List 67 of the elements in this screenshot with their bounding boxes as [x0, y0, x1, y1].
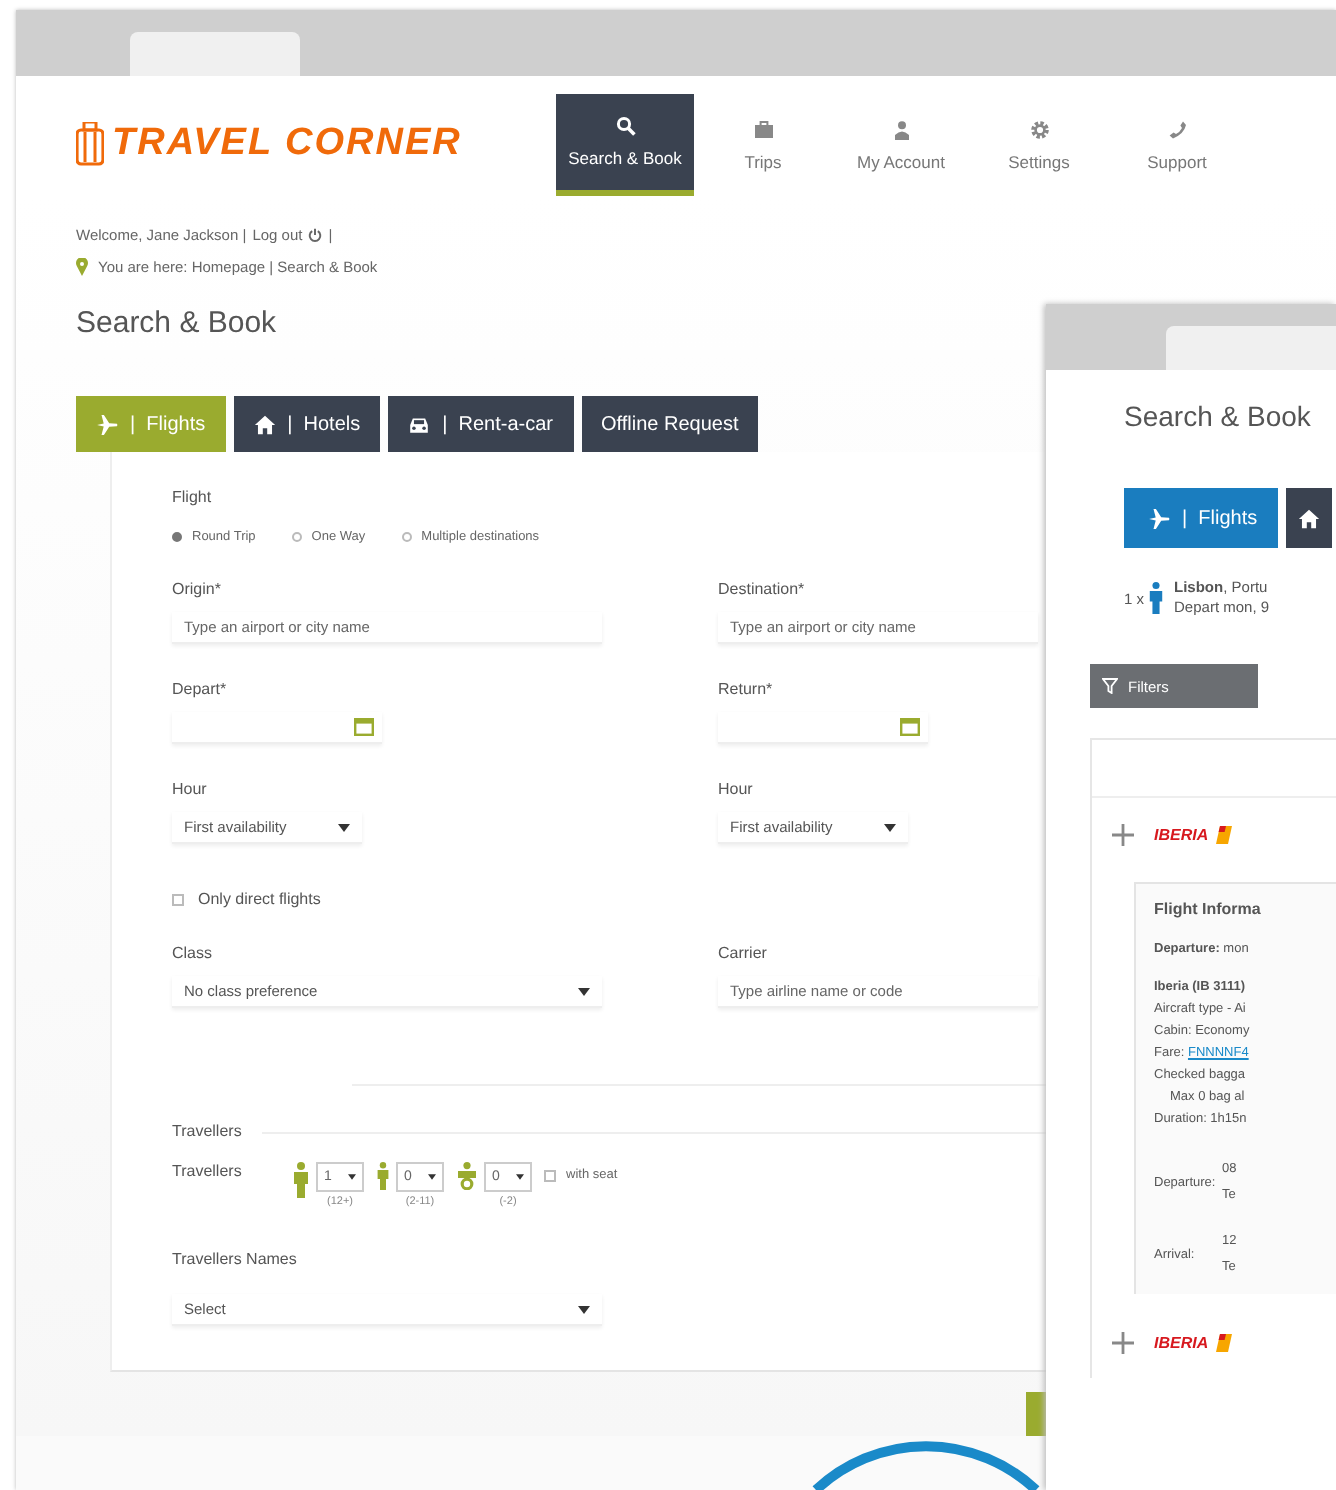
plus-icon[interactable]: [1112, 1331, 1134, 1353]
field-label: Flight: [172, 488, 214, 508]
date-field[interactable]: [718, 712, 928, 744]
briefcase-icon: [753, 119, 773, 139]
gear-icon: [1029, 119, 1049, 139]
field-label: Destination*: [718, 580, 807, 600]
plane-icon: [96, 413, 118, 435]
calendar-icon[interactable]: [354, 718, 374, 736]
field-label: Depart*: [172, 680, 229, 700]
infant-icon: [456, 1162, 478, 1190]
caret-icon: [884, 823, 896, 831]
home-icon: [1297, 507, 1320, 529]
card-title: Flight Informa: [1154, 900, 1263, 918]
field-label: Hour: [172, 780, 209, 800]
tab[interactable]: | Hotels: [233, 396, 381, 452]
phone-icon: [1167, 119, 1187, 139]
field-label: Travellers Names: [172, 1250, 299, 1270]
user-icon: [891, 119, 911, 139]
airline-logo-text: IBERIA: [1154, 1333, 1209, 1351]
tab[interactable]: Offline Request: [581, 396, 759, 452]
calendar-icon[interactable]: [900, 718, 920, 736]
car-icon: [408, 413, 431, 435]
checkbox-label: Only direct flights: [198, 890, 321, 908]
field-label: Origin*: [172, 580, 223, 600]
caret-icon: [578, 1305, 590, 1313]
airline-mark-icon: [1212, 825, 1233, 843]
nav-item[interactable]: Support: [1108, 94, 1246, 196]
nav-item[interactable]: Settings: [970, 94, 1108, 196]
person-icon: [1148, 582, 1165, 614]
field-label: Travellers: [172, 1162, 244, 1182]
search-icon: [615, 116, 635, 136]
logo-text[interactable]: TRAVEL CORNER: [112, 122, 462, 166]
plane-icon: [1148, 507, 1170, 529]
airline-mark-icon: [1212, 1333, 1233, 1351]
radio-button[interactable]: [291, 532, 302, 542]
nav-item[interactable]: Search & Book: [556, 94, 694, 196]
tab[interactable]: [1285, 488, 1332, 548]
tab[interactable]: | Rent-a-car: [388, 396, 573, 452]
caret-icon: [578, 987, 590, 995]
suitcase-icon: [76, 122, 104, 166]
checkbox[interactable]: [544, 1169, 556, 1181]
page-title: Search & Book: [1124, 400, 1313, 432]
power-icon[interactable]: [308, 228, 323, 242]
plus-icon[interactable]: [1112, 823, 1134, 845]
field-label: Return*: [718, 680, 775, 700]
field-label: Hour: [718, 780, 755, 800]
field-label: Class: [172, 944, 215, 964]
section-heading: Travellers: [172, 1122, 242, 1142]
caret-icon: [348, 1174, 356, 1180]
tab[interactable]: | Flights: [1124, 488, 1278, 548]
caret-icon: [428, 1174, 436, 1180]
date-field[interactable]: [172, 712, 382, 744]
radio-button[interactable]: [172, 532, 182, 542]
child-icon: [376, 1162, 390, 1190]
radio-button[interactable]: [401, 532, 412, 542]
map-pin-icon: [76, 258, 88, 276]
field-label: Carrier: [718, 944, 769, 964]
adult-icon: [292, 1162, 310, 1198]
page-title: Search & Book: [76, 306, 279, 340]
checkbox[interactable]: [172, 893, 184, 905]
nav-item[interactable]: Trips: [694, 94, 832, 196]
caret-icon: [516, 1174, 524, 1180]
airline-logo-text: IBERIA: [1154, 825, 1209, 843]
caret-icon: [338, 823, 350, 831]
nav-item[interactable]: My Account: [832, 94, 970, 196]
funnel-icon: [1102, 678, 1118, 694]
home-icon: [253, 413, 276, 435]
